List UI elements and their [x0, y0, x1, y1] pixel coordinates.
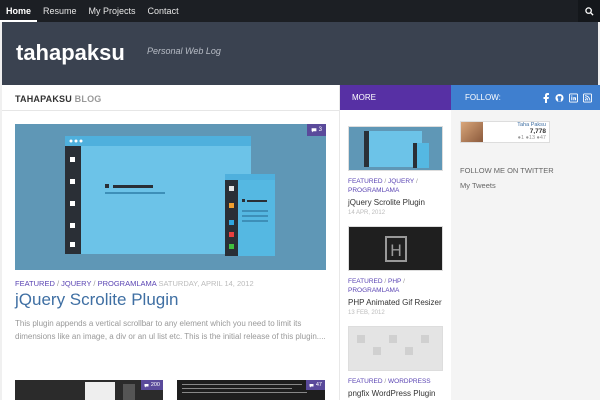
top-navigation: Home Resume My Projects Contact: [0, 0, 600, 22]
side-post: H FEATURED / PHP / PROGRAMLAMA PHP Anima…: [348, 226, 445, 316]
section-heading: TAHAPAKSU BLOG: [15, 94, 101, 104]
side-post-date: 14 APR, 2012: [348, 210, 386, 216]
rss-icon[interactable]: [583, 93, 592, 103]
featured-post-image[interactable]: 3: [15, 124, 326, 270]
follow-label: FOLLOW:: [465, 93, 501, 102]
comment-count: 200: [150, 382, 160, 388]
category-link[interactable]: PROGRAMLAMA: [98, 279, 157, 288]
thumbnail-graphic: [349, 327, 442, 370]
side-post-categories: FEATURED / PHP / PROGRAMLAMA: [348, 278, 405, 294]
side-post-categories: FEATURED / JQUERY / PROGRAMLAMA: [348, 178, 418, 194]
facebook-icon[interactable]: [541, 92, 550, 103]
post-excerpt: This plugin appends a vertical scrollbar…: [15, 319, 326, 341]
category-link[interactable]: FEATURED: [348, 378, 383, 385]
category-link[interactable]: WORDPRESS: [388, 378, 431, 385]
category-link[interactable]: JQUERY: [61, 279, 91, 288]
thumbnail-graphic: [177, 380, 325, 400]
category-link[interactable]: FEATURED: [15, 279, 55, 288]
category-link[interactable]: FEATURED: [348, 178, 383, 185]
site-tagline: Personal Web Log: [147, 46, 221, 56]
site-title[interactable]: tahapaksu: [16, 40, 125, 66]
side-post-thumbnail[interactable]: [348, 126, 443, 171]
side-post-thumbnail[interactable]: [348, 326, 443, 371]
stackoverflow-flair[interactable]: Taha Paksu 7,778 ●1 ●13 ●47: [460, 121, 550, 143]
side-post: FEATURED / JQUERY / PROGRAMLAMA jQuery S…: [348, 126, 445, 216]
post-meta: FEATURED / JQUERY / PROGRAMLAMA SATURDAY…: [15, 279, 254, 288]
section-heading-brand: TAHAPAKSU: [15, 94, 72, 104]
comment-count: 3: [318, 127, 322, 133]
comment-icon: [144, 383, 149, 387]
comment-count: 47: [315, 382, 322, 388]
thumbnail-graphic: H: [349, 227, 442, 270]
side-post-thumbnail[interactable]: H: [348, 226, 443, 271]
follow-sidebar: FOLLOW: Taha Paksu 7,778 ●1 ●13 ●47 FOLL…: [451, 85, 600, 400]
avatar: [461, 122, 483, 142]
svg-text:H: H: [390, 241, 402, 260]
browser-window-illustration: [15, 124, 326, 270]
search-button[interactable]: [578, 0, 600, 22]
post-thumbnail[interactable]: 47: [177, 380, 325, 400]
nav-item-home[interactable]: Home: [0, 0, 38, 22]
side-post-date: 13 FEB, 2012: [348, 310, 385, 316]
category-link[interactable]: PHP: [388, 278, 401, 285]
comment-count-badge[interactable]: 200: [140, 380, 163, 390]
flair-badges: ●1 ●13 ●47: [517, 135, 546, 141]
side-post: FEATURED / WORDPRESS pngfix WordPress Pl…: [348, 326, 445, 398]
nav-item-contact[interactable]: Contact: [142, 0, 185, 22]
category-link[interactable]: FEATURED: [348, 278, 383, 285]
nav-item-resume[interactable]: Resume: [37, 0, 83, 22]
main-content: TAHAPAKSU BLOG 3 FEATURED / JQUERY / PRO…: [2, 85, 339, 400]
category-link[interactable]: PROGRAMLAMA: [348, 187, 399, 194]
comment-icon: [311, 128, 317, 133]
comment-icon: [309, 383, 314, 387]
search-icon: [584, 6, 594, 16]
twitter-link[interactable]: My Tweets: [460, 181, 496, 190]
nav-item-my-projects[interactable]: My Projects: [83, 0, 142, 22]
section-heading-blog: BLOG: [74, 94, 102, 104]
linkedin-icon[interactable]: [569, 93, 578, 103]
section-divider: [2, 110, 339, 111]
post-title[interactable]: jQuery Scrolite Plugin: [15, 290, 178, 310]
post-thumbnail[interactable]: 200: [15, 380, 163, 400]
follow-header: FOLLOW:: [451, 85, 600, 110]
twitter-heading: FOLLOW ME ON TWITTER: [460, 166, 554, 175]
github-icon[interactable]: [555, 93, 564, 103]
more-sidebar: MORE FEATURED / JQUERY / PROGRAMLAMA jQu…: [339, 85, 452, 400]
side-post-title[interactable]: PHP Animated Gif Resizer: [348, 298, 445, 307]
category-link[interactable]: JQUERY: [388, 178, 414, 185]
social-icons: [541, 92, 592, 103]
side-post-title[interactable]: jQuery Scrolite Plugin: [348, 198, 445, 207]
site-header: tahapaksu Personal Web Log: [2, 22, 598, 85]
post-date: SATURDAY, APRIL 14, 2012: [158, 279, 254, 288]
comment-count-badge[interactable]: 3: [306, 124, 326, 136]
category-link[interactable]: PROGRAMLAMA: [348, 287, 399, 294]
more-header: MORE: [340, 85, 452, 110]
side-post-title[interactable]: pngfix WordPress Plugin: [348, 389, 445, 398]
side-post-categories: FEATURED / WORDPRESS: [348, 378, 431, 385]
comment-count-badge[interactable]: 47: [305, 380, 325, 390]
flair-info: Taha Paksu 7,778 ●1 ●13 ●47: [483, 122, 549, 142]
thumbnail-graphic: [349, 127, 442, 170]
